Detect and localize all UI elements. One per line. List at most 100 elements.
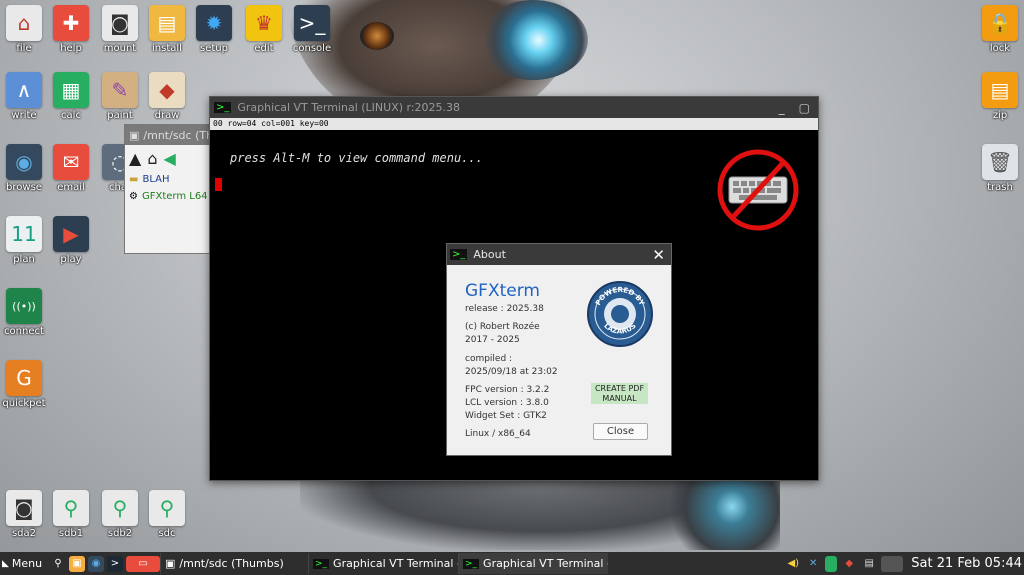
- lock-icon: 🔒: [982, 5, 1018, 41]
- terminal-status-bar: 00 row=04 col=001 key=00: [210, 118, 818, 130]
- trash-icon: 🗑: [982, 144, 1018, 180]
- desktop-icon-write[interactable]: ∧ write: [0, 72, 48, 121]
- desktop-icon-draw[interactable]: ◆ draw: [143, 72, 191, 121]
- browser-icon[interactable]: ◉: [88, 555, 104, 572]
- task-terminal-2[interactable]: >_ Graphical VT Terminal (LIN: [458, 553, 608, 574]
- desktop-icon-sda2[interactable]: ◙ sda2: [0, 490, 48, 539]
- compiled-value: 2025/09/18 at 23:02: [465, 367, 558, 377]
- desktop-icon-edit[interactable]: ♛ edit: [240, 5, 288, 54]
- desktop-icon-label: play: [60, 254, 82, 265]
- desktop-icon-setup[interactable]: ✹ setup: [190, 5, 238, 54]
- desktop-icon-label: draw: [154, 110, 180, 121]
- email-icon: ✉: [53, 144, 89, 180]
- desktop-icon-label: console: [292, 43, 332, 54]
- about-titlebar[interactable]: >_ About ✕: [447, 244, 671, 265]
- desktop-icon-mount[interactable]: ◙ mount: [96, 5, 144, 54]
- connect-icon: ((•)): [6, 288, 42, 324]
- desktop-icon-label: plan: [13, 254, 35, 265]
- task-label: /mnt/sdc (Thumbs): [179, 557, 284, 570]
- file-icon: ⌂: [6, 5, 42, 41]
- close-button[interactable]: Close: [593, 423, 648, 440]
- menu-label: Menu: [11, 557, 43, 570]
- fpc-version: FPC version : 3.2.2: [465, 385, 550, 395]
- desktop-icon-paint[interactable]: ✎ paint: [96, 72, 144, 121]
- desktop-icon-label: write: [11, 110, 37, 121]
- years-text: 2017 - 2025: [465, 335, 520, 345]
- play-icon: ▶: [53, 216, 89, 252]
- desktop-icon-label: quickpet: [2, 398, 46, 409]
- desktop-icon-label: trash: [987, 182, 1013, 193]
- desktop-icon-label: install: [152, 43, 182, 54]
- desktop-icon-sdc[interactable]: ⚲ sdc: [143, 490, 191, 539]
- help-icon: ✚: [53, 5, 89, 41]
- maximize-button[interactable]: ▢: [799, 101, 810, 115]
- firewall-icon[interactable]: ◆: [841, 556, 857, 572]
- desktop-icon-file[interactable]: ⌂ file: [0, 5, 48, 54]
- desktop-icon-connect[interactable]: ((•)) connect: [0, 288, 48, 337]
- folder-icon: ▬: [129, 174, 139, 185]
- desktop-icon-plan[interactable]: 11 plan: [0, 216, 48, 265]
- desktop-icon-trash[interactable]: 🗑 trash: [976, 144, 1024, 193]
- release-text: release : 2025.38: [465, 304, 544, 314]
- desktop-icon-label: mount: [103, 43, 137, 54]
- task-terminal-1[interactable]: >_ Graphical VT Terminal (LIN: [308, 553, 458, 574]
- volume-icon[interactable]: ◀): [785, 556, 801, 572]
- desktop-icon-label: sdc: [158, 528, 176, 539]
- network-off-icon[interactable]: ✕: [805, 556, 821, 572]
- desktop-icon-zip[interactable]: ▤ zip: [976, 72, 1024, 121]
- search-icon[interactable]: ⚲: [50, 556, 66, 572]
- desktop-icon-label: file: [16, 43, 32, 54]
- back-icon[interactable]: ◀: [163, 149, 175, 168]
- desktop-icon-email[interactable]: ✉ email: [47, 144, 95, 193]
- menu-arrow-icon: ◣: [2, 558, 9, 569]
- plan-icon: 11: [6, 216, 42, 252]
- terminal-icon: >_: [450, 249, 468, 260]
- terminal-titlebar[interactable]: >_ Graphical VT Terminal (LINUX) r:2025.…: [210, 97, 818, 118]
- home-icon[interactable]: ⌂: [147, 149, 157, 168]
- setup-icon: ✹: [196, 5, 232, 41]
- sda2-icon: ◙: [6, 490, 42, 526]
- desktop-icon-label: edit: [254, 43, 274, 54]
- minimize-button[interactable]: _: [779, 101, 785, 115]
- desktop-icon-label: sdb1: [58, 528, 84, 539]
- desktop-icon-label: sdb2: [107, 528, 133, 539]
- terminal-cursor: [215, 178, 222, 191]
- taskbar: ◣ Menu ⚲ ▣ ◉ > ▭ ▣ /mnt/sdc (Thumbs) >_ …: [0, 552, 1024, 575]
- terminal-icon: >_: [214, 102, 232, 113]
- task-file-manager[interactable]: ▣ /mnt/sdc (Thumbs): [160, 553, 308, 574]
- browse-icon: ◉: [6, 144, 42, 180]
- about-dialog[interactable]: >_ About ✕ GFXterm release : 2025.38 (c)…: [446, 243, 672, 456]
- console-icon[interactable]: >: [107, 555, 123, 572]
- lcl-version: LCL version : 3.8.0: [465, 398, 549, 408]
- desktop-icon-sdb2[interactable]: ⚲ sdb2: [96, 490, 144, 539]
- zip-icon: ▤: [982, 72, 1018, 108]
- console-icon: >_: [294, 5, 330, 41]
- desktop-icon-help[interactable]: ✚ help: [47, 5, 95, 54]
- wallpaper-lens: [478, 0, 588, 80]
- battery-icon[interactable]: [825, 555, 838, 572]
- desktop-icon-sdb1[interactable]: ⚲ sdb1: [47, 490, 95, 539]
- clipboard-icon[interactable]: ▤: [861, 556, 877, 572]
- no-keyboard-icon: [717, 149, 799, 231]
- task-label: Graphical VT Terminal (LIN: [483, 557, 608, 570]
- desktop-icon-label: sda2: [11, 528, 37, 539]
- up-arrow-icon[interactable]: ▲: [129, 149, 141, 168]
- terminal-icon: >_: [313, 558, 330, 569]
- desktop-icon-browse[interactable]: ◉ browse: [0, 144, 48, 193]
- desktop-icon[interactable]: ▣: [69, 555, 85, 572]
- mount-icon: ◙: [102, 5, 138, 41]
- cpu-graph-icon[interactable]: [881, 555, 904, 572]
- close-icon[interactable]: ✕: [652, 246, 671, 264]
- desktop-icon-console[interactable]: >_console: [288, 5, 336, 54]
- start-menu-button[interactable]: ◣ Menu: [0, 557, 50, 570]
- desktop-icon-calc[interactable]: ▦ calc: [47, 72, 95, 121]
- create-pdf-manual-button[interactable]: CREATE PDF MANUAL: [591, 383, 648, 404]
- desktop-icon-quickpet[interactable]: Gquickpet: [0, 360, 48, 409]
- clock[interactable]: Sat 21 Feb 05:44: [907, 556, 1022, 571]
- edit-icon: ♛: [246, 5, 282, 41]
- desktop-icon-install[interactable]: ▤ install: [143, 5, 191, 54]
- window-switcher-icon[interactable]: ▭: [126, 555, 160, 572]
- file-manager-icon: ▣: [129, 128, 140, 142]
- desktop-icon-lock[interactable]: 🔒 lock: [976, 5, 1024, 54]
- desktop-icon-play[interactable]: ▶ play: [47, 216, 95, 265]
